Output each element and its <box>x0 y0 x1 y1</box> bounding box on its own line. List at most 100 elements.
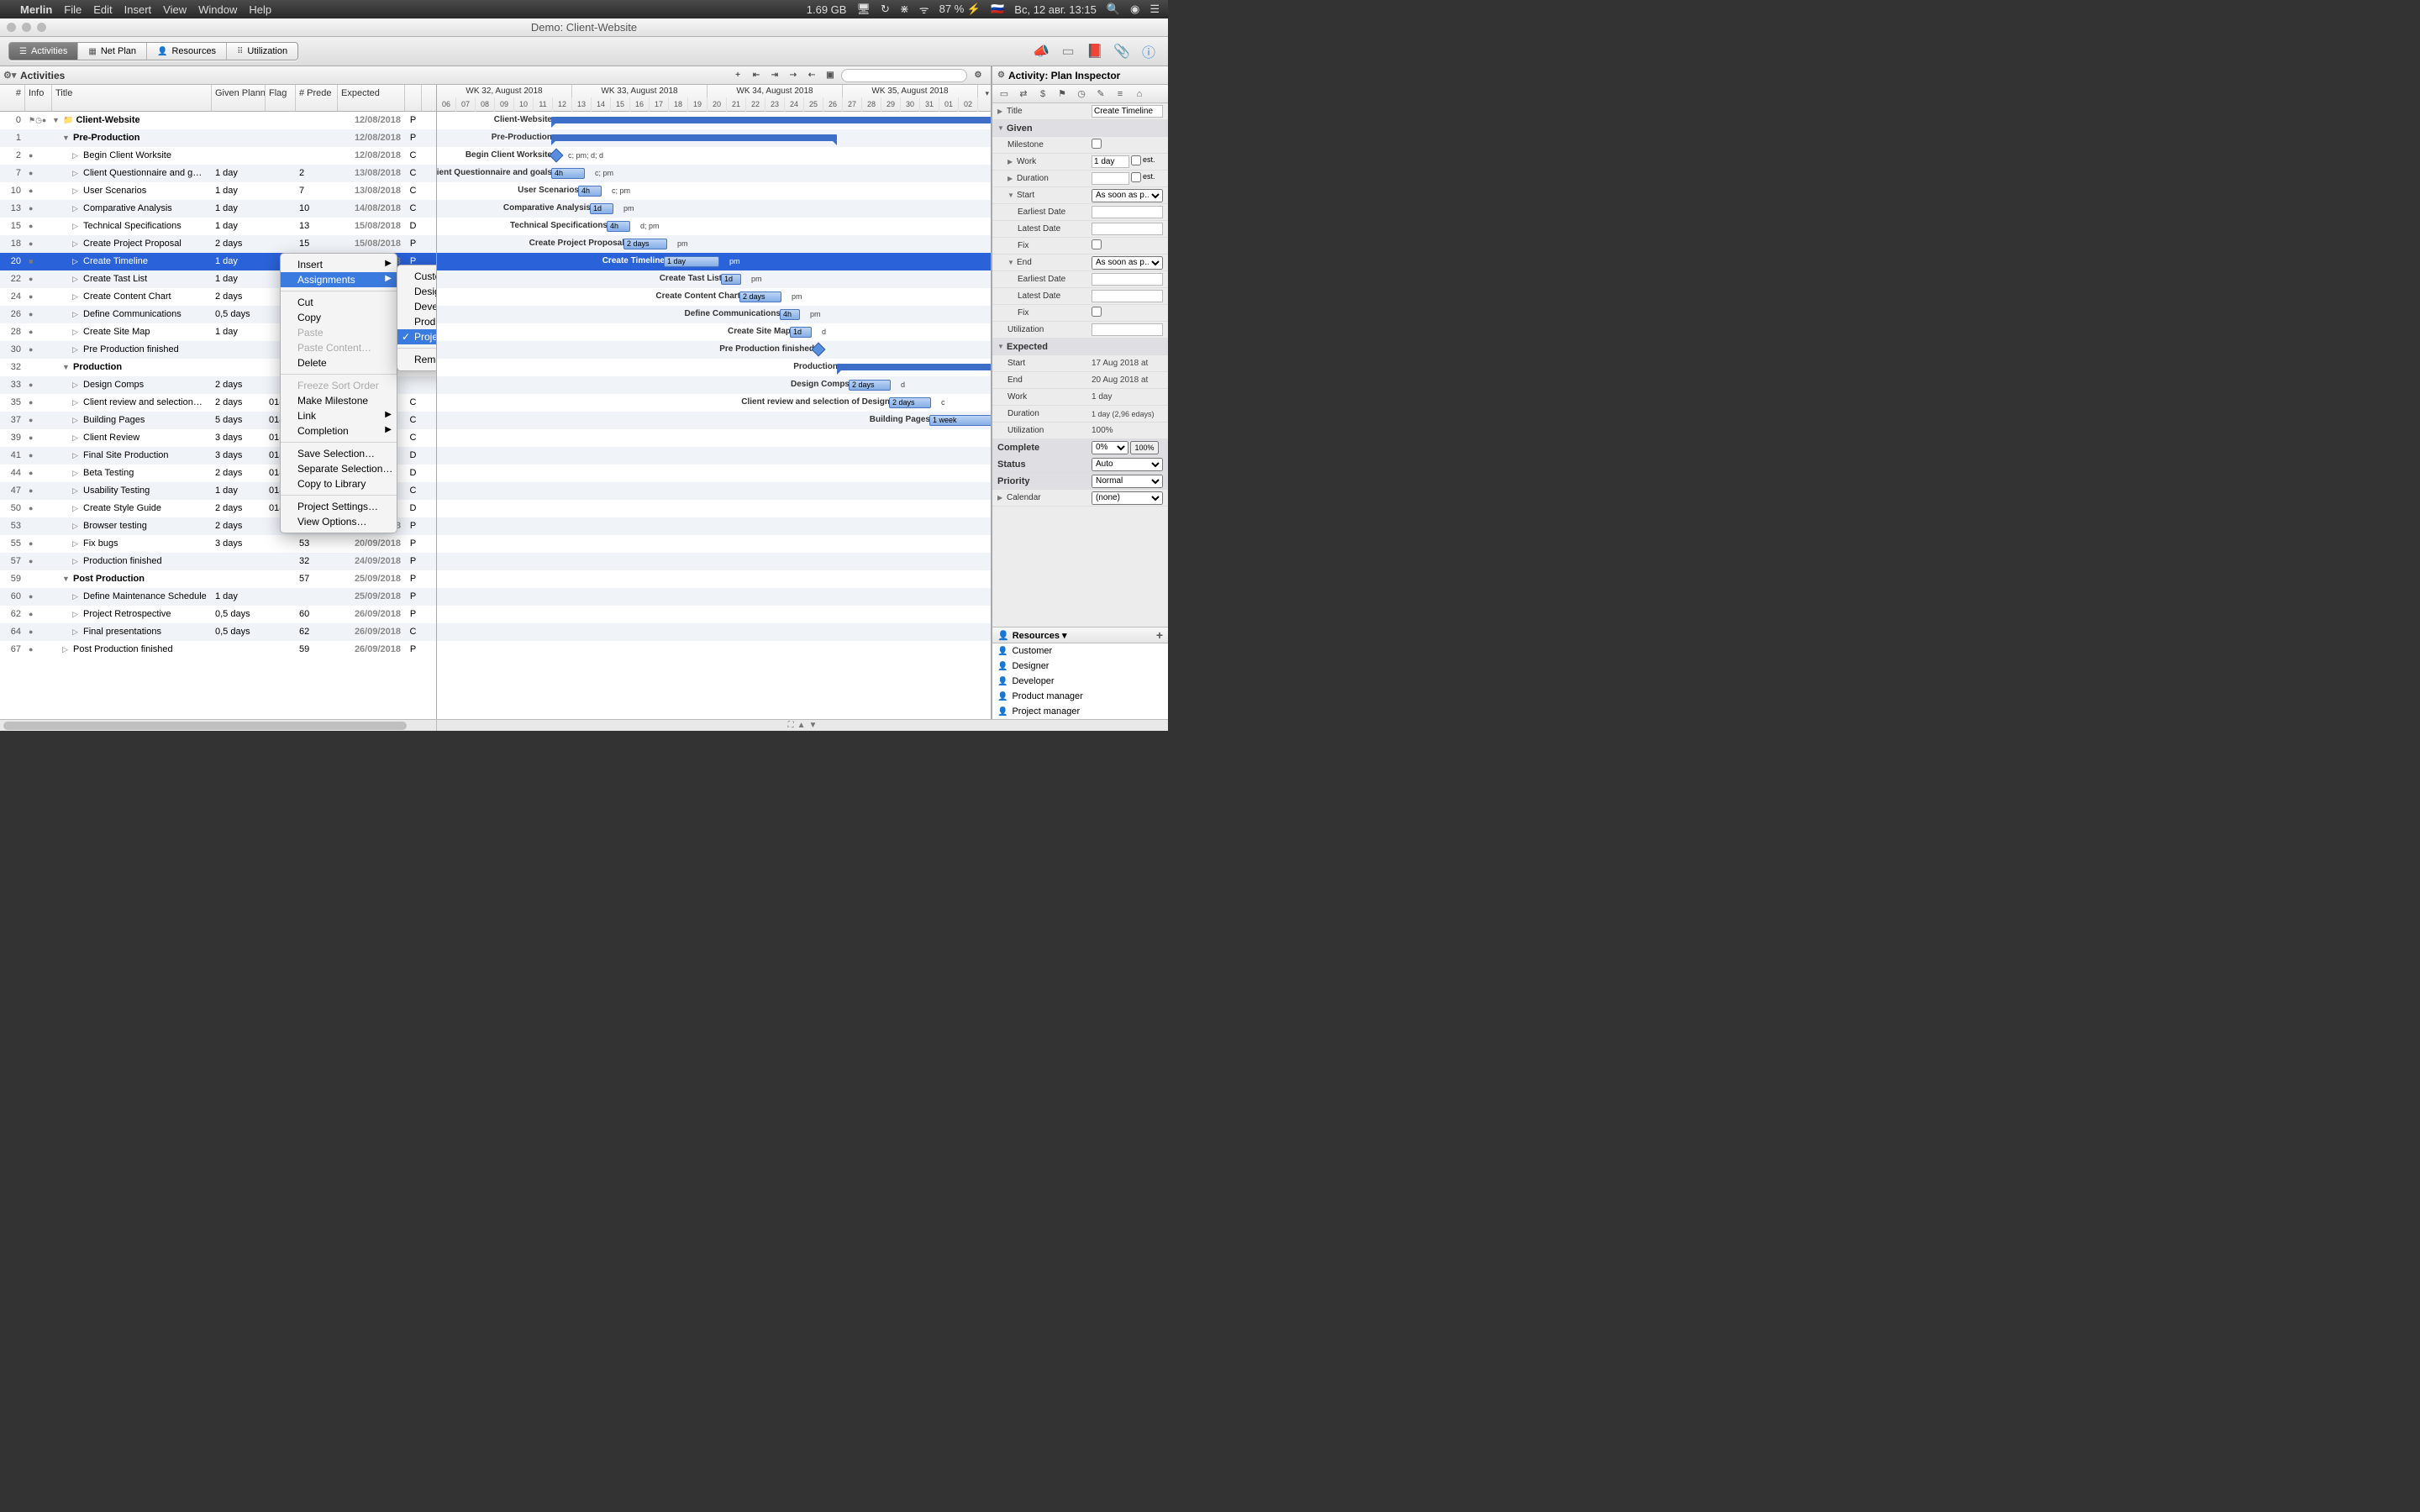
tab-resources[interactable]: 👤Resources <box>147 43 227 60</box>
menu-help[interactable]: Help <box>249 3 271 16</box>
spotlight-icon[interactable]: 🔍 <box>1107 3 1120 16</box>
gantt-row[interactable]: Pre Production finished <box>437 341 991 359</box>
insp-tool-6[interactable]: ✎ <box>1092 87 1109 101</box>
gantt-row[interactable]: Design Comps2 daysd <box>437 376 991 394</box>
disclosure-icon[interactable]: ▼ <box>997 124 1004 132</box>
gantt-task-bar[interactable]: 1 day <box>664 256 719 267</box>
gantt-row[interactable] <box>437 641 991 659</box>
menu-item[interactable]: Save Selection… <box>281 446 397 461</box>
col-num[interactable]: # <box>0 85 25 111</box>
menu-item[interactable]: Assignments▶ <box>281 272 397 287</box>
insp-latest2-field[interactable] <box>1092 290 1163 302</box>
col-pred[interactable]: # Prede <box>296 85 338 111</box>
gantt-task-bar[interactable]: 4h <box>551 168 585 179</box>
gantt-task-bar[interactable]: 2 days <box>889 397 931 408</box>
menu-item[interactable]: Product manager <box>397 314 437 329</box>
search-input[interactable] <box>841 69 967 82</box>
gantt-row[interactable]: Building Pages1 week <box>437 412 991 429</box>
resources-title[interactable]: Resources ▾ <box>1013 630 1067 641</box>
insp-tool-3[interactable]: $ <box>1034 87 1051 101</box>
insp-calendar-select[interactable]: (none) <box>1092 491 1163 505</box>
menu-item[interactable]: Cut <box>281 295 397 310</box>
insp-tool-5[interactable]: ◷ <box>1073 87 1090 101</box>
table-row[interactable]: 59▼Post Production5725/09/2018P <box>0 570 436 588</box>
gantt-row[interactable]: User Scenarios4hc; pm <box>437 182 991 200</box>
add-resource-button[interactable]: + <box>1156 628 1163 642</box>
menu-item[interactable]: View Options… <box>281 514 397 529</box>
gantt-task-bar[interactable]: 4h <box>607 221 630 232</box>
gantt-row[interactable] <box>437 535 991 553</box>
table-row[interactable]: 55●▷Fix bugs3 days5320/09/2018P <box>0 535 436 553</box>
menu-edit[interactable]: Edit <box>93 3 112 16</box>
clock[interactable]: Вс, 12 авг. 13:15 <box>1014 3 1097 16</box>
table-row[interactable]: 2●▷Begin Client Worksite12/08/2018C <box>0 147 436 165</box>
menu-file[interactable]: File <box>64 3 82 16</box>
insp-util-field[interactable] <box>1092 323 1163 336</box>
table-row[interactable]: 15●▷Technical Specifications1 day1315/08… <box>0 218 436 235</box>
menu-item[interactable]: Copy <box>281 310 397 325</box>
menu-view[interactable]: View <box>163 3 187 16</box>
menu-item[interactable]: Delete <box>281 355 397 370</box>
gantt-row[interactable] <box>437 517 991 535</box>
resource-item[interactable]: 👤Project manager <box>992 704 1168 719</box>
menu-item[interactable]: Make Milestone <box>281 393 397 408</box>
insp-title-field[interactable] <box>1092 105 1163 118</box>
add-icon[interactable]: + <box>730 69 745 82</box>
gantt-row[interactable] <box>437 482 991 500</box>
insp-fix-check[interactable] <box>1092 239 1102 249</box>
gantt-row[interactable]: Client review and selection of Design2 d… <box>437 394 991 412</box>
zoom-icon[interactable]: ⛶ <box>788 721 794 730</box>
gantt-task-bar[interactable]: 4h <box>780 309 800 320</box>
gantt-row[interactable] <box>437 553 991 570</box>
gantt-row[interactable] <box>437 606 991 623</box>
col-p[interactable] <box>405 85 422 111</box>
zoom-icon-3[interactable]: ▼ <box>809 721 818 730</box>
insp-tool-7[interactable]: ≡ <box>1112 87 1128 101</box>
table-row[interactable]: 64●▷Final presentations0,5 days6226/09/2… <box>0 623 436 641</box>
insp-earliest-field[interactable] <box>1092 206 1163 218</box>
indent-icon[interactable]: ⇥ <box>767 69 782 82</box>
siri-icon[interactable]: ◉ <box>1130 3 1139 16</box>
gantt-row[interactable] <box>437 500 991 517</box>
table-row[interactable]: 62●▷Project Retrospective0,5 days6026/09… <box>0 606 436 623</box>
memory-indicator[interactable]: 1.69 GB <box>807 3 847 16</box>
gantt-row[interactable]: Define Communications4hpm <box>437 306 991 323</box>
insp-tool-2[interactable]: ⇄ <box>1015 87 1032 101</box>
menu-window[interactable]: Window <box>198 3 237 16</box>
flag-icon[interactable]: 🇷🇺 <box>991 3 1004 16</box>
col-info[interactable]: Info <box>25 85 52 111</box>
menu-item[interactable]: Developer <box>397 299 437 314</box>
col-given[interactable]: Given Plann <box>212 85 266 111</box>
gantt-row[interactable] <box>437 588 991 606</box>
insp-tool-8[interactable]: ⌂ <box>1131 87 1148 101</box>
insp-status-select[interactable]: Auto <box>1092 458 1163 471</box>
menu-item[interactable]: Link▶ <box>281 408 397 423</box>
gantt-row[interactable]: Comparative Analysis1dpm <box>437 200 991 218</box>
gantt-row[interactable]: Pre-Production <box>437 129 991 147</box>
collapse-icon[interactable]: ▣ <box>823 69 838 82</box>
gantt-task-bar[interactable]: 1d <box>721 274 741 285</box>
tab-activities[interactable]: ☰Activities <box>9 43 78 60</box>
announce-icon[interactable]: 📣 <box>1030 42 1052 60</box>
insp-milestone-check[interactable] <box>1092 139 1102 149</box>
insp-fix2-check[interactable] <box>1092 307 1102 317</box>
insp-tool-1[interactable]: ▭ <box>996 87 1013 101</box>
info-icon[interactable]: ⓘ <box>1138 42 1160 60</box>
insp-end-select[interactable]: As soon as p… <box>1092 256 1163 270</box>
table-row[interactable]: 1▼Pre-Production12/08/2018P <box>0 129 436 147</box>
attachment-icon[interactable]: 📎 <box>1111 42 1133 60</box>
gantt-row[interactable] <box>437 465 991 482</box>
table-row[interactable]: 18●▷Create Project Proposal2 days1515/08… <box>0 235 436 253</box>
gantt-summary-bar[interactable] <box>551 117 991 123</box>
insp-work-est[interactable] <box>1131 155 1141 165</box>
insp-complete-100-button[interactable]: 100% <box>1130 441 1159 454</box>
menu-item[interactable]: Remove All Assignments <box>397 352 437 367</box>
menu-item[interactable]: Separate Selection… <box>281 461 397 476</box>
gantt-row[interactable] <box>437 429 991 447</box>
menu-insert[interactable]: Insert <box>124 3 152 16</box>
gantt-row[interactable]: Client Questionnaire and goals4hc; pm <box>437 165 991 182</box>
link-icon[interactable]: ⇢ <box>786 69 801 82</box>
menu-item[interactable]: ✓Project manager <box>397 329 437 344</box>
gantt-row[interactable] <box>437 623 991 641</box>
col-title[interactable]: Title <box>52 85 212 111</box>
